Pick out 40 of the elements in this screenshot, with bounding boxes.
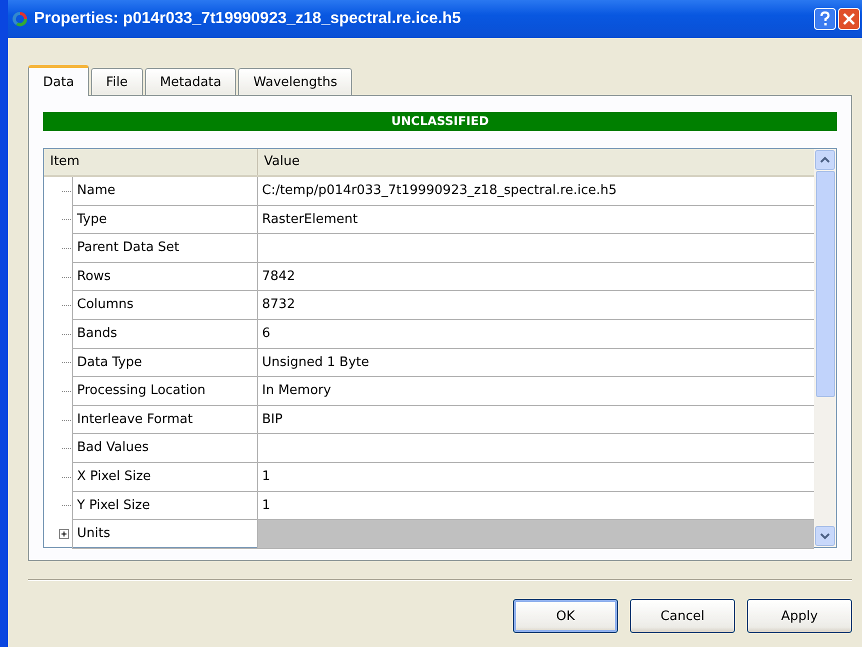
window-title: Properties: p014r033_7t19990923_z18_spectral.re.ice.h5 <box>34 10 462 28</box>
help-icon[interactable] <box>814 8 836 30</box>
property-name: X Pixel Size <box>72 462 257 492</box>
dialog-button[interactable]: Apply <box>747 599 852 633</box>
property-name: Bands <box>72 320 257 349</box>
property-name: Parent Data Set <box>72 234 257 263</box>
dialog-button[interactable]: Cancel <box>630 599 735 633</box>
property-name: Interleave Format <box>72 406 257 434</box>
property-value: 6 <box>257 320 814 349</box>
tab[interactable]: Wavelengths <box>238 68 352 95</box>
property-value: RasterElement <box>257 206 814 234</box>
property-name: Type <box>72 206 257 234</box>
close-icon[interactable] <box>838 8 860 30</box>
expand-icon[interactable] <box>59 528 70 540</box>
scroll-down-icon[interactable] <box>815 526 835 546</box>
dialog-button[interactable]: OK <box>513 599 618 633</box>
scroll-thumb[interactable] <box>816 171 834 397</box>
scroll-up-icon[interactable] <box>815 150 835 170</box>
property-value: BIP <box>257 406 814 434</box>
property-value: 1 <box>257 462 814 492</box>
property-value: C:/temp/p014r033_7t19990923_z18_spectral.re.ice.h5 <box>257 177 814 206</box>
property-name: Columns <box>72 291 257 320</box>
tab[interactable]: Data <box>28 65 90 96</box>
property-name: Processing Location <box>72 377 257 406</box>
property-name: Y Pixel Size <box>72 492 257 520</box>
column-header[interactable]: Value <box>258 149 300 175</box>
tab[interactable]: Metadata <box>144 68 236 95</box>
classification-banner: UNCLASSIFIED <box>43 112 837 131</box>
property-value: 7842 <box>257 262 814 292</box>
property-value: In Memory <box>257 377 814 406</box>
property-name: Bad Values <box>72 434 257 463</box>
scrollbar[interactable] <box>814 149 836 547</box>
property-value: Unsigned 1 Byte <box>257 348 814 378</box>
property-name: Name <box>72 177 257 206</box>
property-value: 8732 <box>257 291 814 320</box>
property-name: Rows <box>72 262 257 292</box>
tab[interactable]: File <box>91 68 143 95</box>
property-name: Data Type <box>72 348 257 378</box>
column-header[interactable]: Item <box>44 149 258 175</box>
app-icon <box>12 11 28 27</box>
